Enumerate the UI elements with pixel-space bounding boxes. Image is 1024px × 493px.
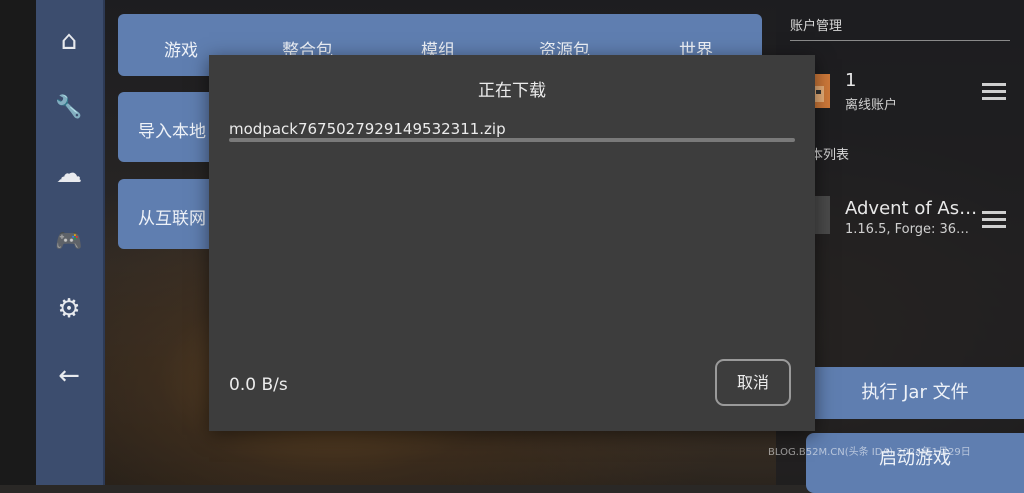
dialog-title: 正在下载 xyxy=(478,81,546,101)
from-internet-label: 从互联网 xyxy=(138,209,206,229)
import-local-label: 导入本地 xyxy=(138,122,206,142)
download-filename: modpack7675027929149532311.zip xyxy=(229,120,506,138)
back-arrow-icon[interactable]: ← xyxy=(53,360,85,392)
watermark: BLOG.B52M.CN(头条 IDA) 2024年1月29日 xyxy=(768,447,971,458)
version-name: Advent of As… xyxy=(845,198,978,219)
version-detail: 1.16.5, Forge: 36… xyxy=(845,222,970,237)
cancel-button[interactable]: 取消 xyxy=(715,359,791,406)
version-menu-icon[interactable] xyxy=(982,211,1006,229)
wrench-icon[interactable]: 🔧 xyxy=(53,92,85,124)
run-jar-button[interactable]: 执行 Jar 文件 xyxy=(806,367,1024,419)
sidebar: ⌂ 🔧 ☁ 🎮 ⚙ ← xyxy=(36,0,105,485)
tab-games[interactable]: 游戏 xyxy=(164,36,198,61)
cloud-download-icon[interactable]: ☁ xyxy=(53,158,85,190)
account-type: 离线账户 xyxy=(845,98,898,113)
download-speed: 0.0 B/s xyxy=(229,375,288,395)
account-section-header: 账户管理 xyxy=(790,19,843,34)
divider xyxy=(790,40,1010,41)
download-dialog: 正在下载 modpack7675027929149532311.zip 0.0 … xyxy=(209,55,815,431)
gear-icon[interactable]: ⚙ xyxy=(53,293,85,325)
gamepad-icon[interactable]: 🎮 xyxy=(53,226,85,258)
download-progress-bar xyxy=(229,138,795,142)
screen-edge xyxy=(0,0,36,485)
launch-game-button[interactable]: 启动游戏 xyxy=(806,433,1024,493)
account-menu-icon[interactable] xyxy=(982,83,1006,101)
home-icon[interactable]: ⌂ xyxy=(53,25,85,57)
version-section-header: 本列表 xyxy=(810,148,850,163)
account-name: 1 xyxy=(845,70,857,91)
